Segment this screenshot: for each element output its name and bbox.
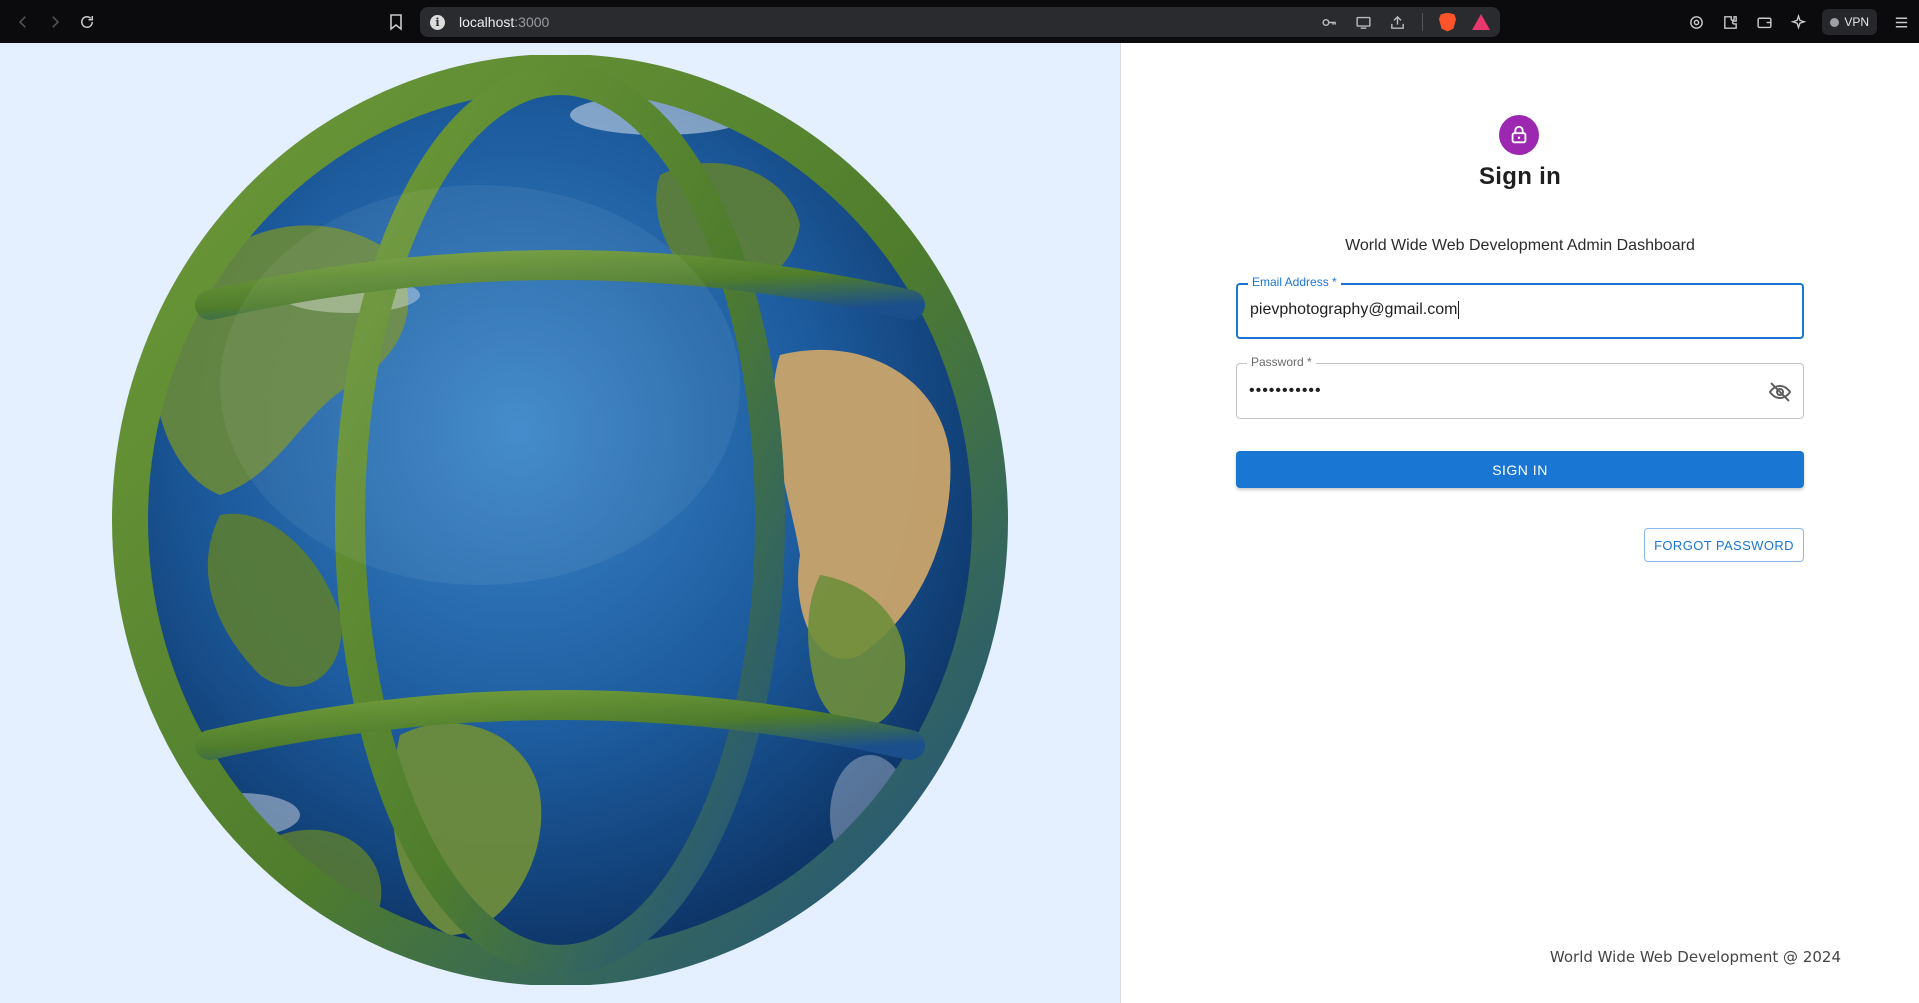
share-icon[interactable] xyxy=(1388,13,1406,31)
leo-icon[interactable] xyxy=(1686,12,1706,32)
text-caret xyxy=(1458,301,1460,319)
wallet-icon[interactable] xyxy=(1754,12,1774,32)
key-icon[interactable] xyxy=(1320,13,1338,31)
bookmark-icon[interactable] xyxy=(388,13,404,36)
browser-toolbar: i localhost:3000 VPN xyxy=(0,0,1919,43)
vpn-button[interactable]: VPN xyxy=(1822,9,1877,35)
url-text[interactable]: localhost:3000 xyxy=(459,14,549,30)
email-input[interactable]: pievphotography@gmail.com xyxy=(1250,284,1752,336)
password-input[interactable]: ••••••••••• xyxy=(1249,364,1753,418)
email-field[interactable]: Email Address * pievphotography@gmail.co… xyxy=(1236,275,1804,339)
brave-rewards-icon[interactable] xyxy=(1472,14,1490,30)
separator xyxy=(1422,13,1423,31)
ai-icon[interactable] xyxy=(1788,12,1808,32)
page-title: Sign in xyxy=(1478,163,1562,190)
hero-panel xyxy=(0,43,1120,1003)
globe-image xyxy=(100,54,1020,986)
password-field[interactable]: Password * ••••••••••• xyxy=(1236,355,1804,419)
forward-icon[interactable] xyxy=(40,7,70,37)
signin-panel: Sign in World Wide Web Development Admin… xyxy=(1121,43,1919,1003)
page-subtitle: World Wide Web Development Admin Dashboa… xyxy=(1345,237,1695,254)
reload-icon[interactable] xyxy=(72,7,102,37)
back-icon[interactable] xyxy=(8,7,38,37)
extensions-icon[interactable] xyxy=(1720,12,1740,32)
cast-icon[interactable] xyxy=(1354,13,1372,31)
forgot-password-button[interactable]: FORGOT PASSWORD xyxy=(1644,528,1804,562)
brave-shields-icon[interactable] xyxy=(1439,12,1456,32)
site-info-icon[interactable]: i xyxy=(430,14,445,30)
lock-icon xyxy=(1499,115,1539,155)
vpn-status-icon xyxy=(1830,17,1840,27)
address-bar[interactable]: i localhost:3000 xyxy=(420,7,1500,37)
visibility-off-icon[interactable] xyxy=(1765,377,1795,407)
sign-in-button[interactable]: SIGN IN xyxy=(1236,451,1804,488)
menu-icon[interactable] xyxy=(1891,12,1911,32)
footer-text: World Wide Web Development @ 2024 xyxy=(1549,948,1841,966)
